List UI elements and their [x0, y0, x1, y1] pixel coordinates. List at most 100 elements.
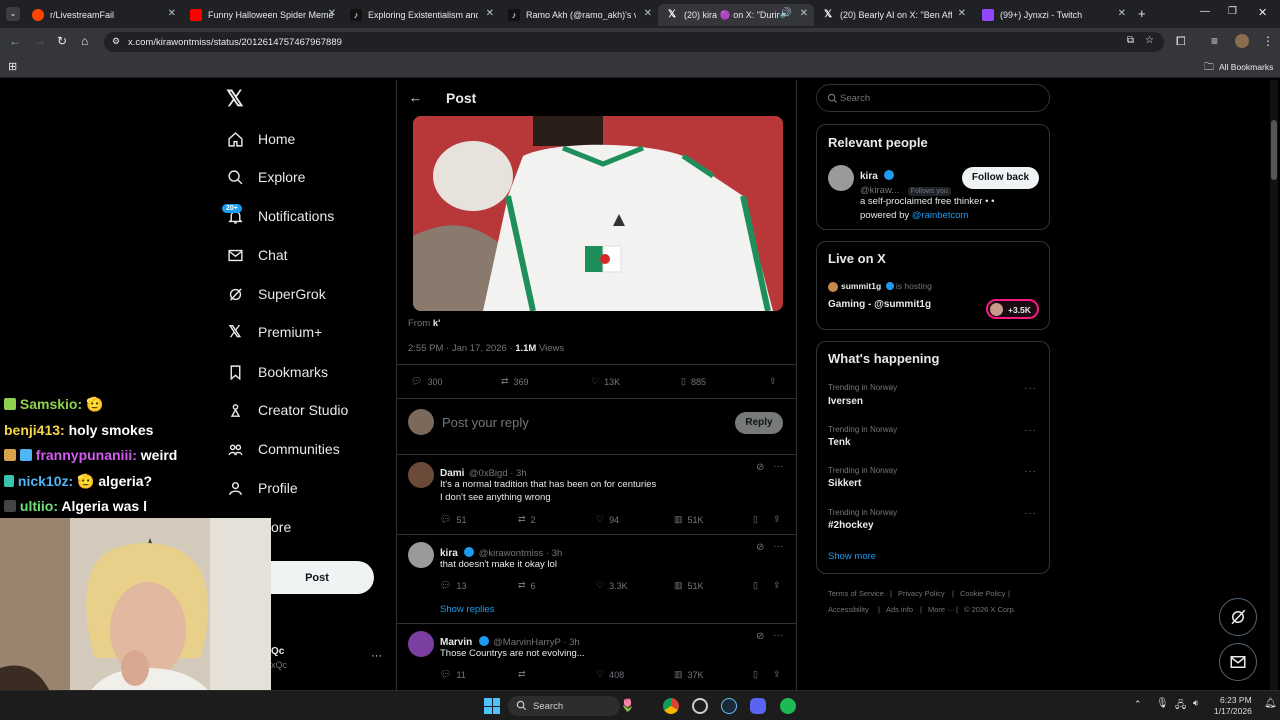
more-dots-icon[interactable]: ···	[1024, 383, 1037, 394]
like-count[interactable]: ♡ 408	[596, 669, 624, 680]
show-replies-link[interactable]: Show replies	[440, 604, 494, 615]
footer-link[interactable]: More ···	[928, 605, 955, 614]
bookmark-icon[interactable]: ▯	[753, 514, 758, 525]
more-dots-icon[interactable]: ···	[773, 541, 783, 552]
maximize-icon[interactable]: ❐	[1228, 6, 1237, 17]
close-tab-icon[interactable]: ✕	[1118, 8, 1126, 19]
obs-icon[interactable]	[692, 698, 708, 714]
footer-link[interactable]: Cookie Policy	[960, 589, 1005, 598]
messages-fab-button[interactable]	[1219, 643, 1257, 681]
clock-date[interactable]: 1/17/2026	[1214, 706, 1252, 716]
speaker-icon[interactable]: 🔊	[780, 8, 792, 19]
url-field[interactable]: ⚙ x.com/kirawontmiss/status/201261475746…	[104, 32, 1164, 52]
reply-input[interactable]: Post your reply	[442, 415, 529, 430]
view-count[interactable]: ▥ 51K	[674, 580, 704, 591]
grok-icon[interactable]: ⊘	[756, 462, 764, 473]
browser-tab[interactable]: (99+) Jynxzi - Twitch ✕	[974, 4, 1132, 26]
repost-count[interactable]: ⇄ 369	[501, 376, 529, 387]
windows-start-icon[interactable]	[484, 698, 500, 714]
nav-item-supergrok[interactable]: SuperGrok	[226, 282, 326, 306]
avatar[interactable]	[828, 165, 854, 191]
browser-tab[interactable]: r/LivestreamFail ✕	[24, 4, 182, 26]
browser-tab[interactable]: 𝕏 (20) Bearly AI on X: "Ben Affleck ✕	[814, 4, 972, 26]
grok-icon[interactable]: ⊘	[756, 631, 764, 642]
all-bookmarks-link[interactable]: All Bookmarks	[1219, 62, 1273, 72]
site-info-icon[interactable]: ⚙	[112, 36, 120, 47]
share-icon[interactable]: ⇪	[773, 669, 781, 680]
close-tab-icon[interactable]: ✕	[168, 8, 176, 19]
scrollbar[interactable]	[1270, 80, 1278, 690]
close-tab-icon[interactable]: ✕	[800, 8, 808, 19]
nav-item-notifications[interactable]: Notifications	[226, 204, 334, 228]
more-dots-icon[interactable]: ···	[773, 461, 783, 472]
close-window-icon[interactable]: ✕	[1258, 6, 1267, 19]
close-tab-icon[interactable]: ✕	[958, 8, 966, 19]
close-tab-icon[interactable]: ✕	[328, 8, 336, 19]
browser-tab-active[interactable]: 𝕏 (20) kira 🟣 on X: "During 🔊 ✕	[658, 4, 814, 26]
back-arrow-icon[interactable]: ←	[409, 90, 422, 105]
bookmark-count[interactable]: ▯ 885	[681, 376, 706, 387]
taskbar-search[interactable]: Search 🌷	[508, 696, 635, 716]
browser-tab[interactable]: ♪ Ramo Akh (@ramo_akh)'s vide ✕	[500, 4, 658, 26]
post-video[interactable]	[413, 116, 783, 311]
new-tab-button[interactable]: +	[1138, 6, 1146, 21]
bio-link[interactable]: @rainbetcom	[912, 210, 969, 221]
chrome-icon[interactable]	[663, 698, 679, 714]
volume-icon[interactable]: 🔉︎	[1193, 698, 1199, 709]
nav-item-more[interactable]: ore	[271, 515, 291, 539]
discord-icon[interactable]	[750, 698, 766, 714]
footer-link[interactable]: Privacy Policy	[898, 589, 945, 598]
repost-count[interactable]: ⇄ 2	[518, 514, 536, 525]
notification-bell-icon[interactable]: 🔔︎	[1264, 698, 1277, 709]
reply-count[interactable]: 💬︎ 13	[440, 580, 466, 591]
reply-button[interactable]: Reply	[735, 412, 783, 434]
tab-search-icon[interactable]: ⌄	[6, 7, 20, 21]
grok-fab-button[interactable]	[1219, 598, 1257, 636]
footer-link[interactable]: Terms of Service	[828, 589, 884, 598]
show-more-link[interactable]: Show more	[828, 551, 876, 562]
scrollbar-thumb[interactable]	[1271, 120, 1277, 180]
more-dots-icon[interactable]: ···	[1024, 466, 1037, 477]
like-count[interactable]: ♡ 13K	[591, 376, 620, 387]
reply-count[interactable]: 💬︎ 300	[411, 376, 442, 387]
account-name[interactable]: Qc	[271, 646, 284, 657]
menu-dots-icon[interactable]: ⋮	[1262, 34, 1274, 48]
view-count[interactable]: ▥ 51K	[674, 514, 704, 525]
media-icon[interactable]: ≡	[1211, 34, 1218, 48]
browser-tab[interactable]: Funny Halloween Spider Meme ✕	[182, 4, 342, 26]
clock-time[interactable]: 6:23 PM	[1220, 695, 1252, 705]
source-name[interactable]: k'	[433, 318, 441, 329]
close-tab-icon[interactable]: ✕	[644, 8, 652, 19]
minimize-icon[interactable]: —	[1200, 6, 1210, 17]
nav-item-bookmarks[interactable]: Bookmarks	[226, 360, 328, 384]
more-dots-icon[interactable]: ···	[1024, 508, 1037, 519]
more-dots-icon[interactable]: ···	[1024, 425, 1037, 436]
star-icon[interactable]: ☆	[1145, 35, 1154, 46]
nav-item-communities[interactable]: Communities	[226, 437, 340, 461]
account-menu-dots-icon[interactable]: ···	[371, 650, 382, 662]
footer-link[interactable]: Accessibility	[828, 605, 869, 614]
nav-item-home[interactable]: Home	[226, 127, 295, 151]
steam-icon[interactable]	[721, 698, 737, 714]
bookmark-icon[interactable]: ▯	[753, 669, 758, 680]
view-count[interactable]: ▥ 37K	[674, 669, 704, 680]
tray-chevron-icon[interactable]: ⌃	[1134, 699, 1142, 710]
live-show-title[interactable]: Gaming - @summit1g	[828, 299, 931, 310]
install-icon[interactable]: ⧉	[1127, 35, 1134, 46]
nav-item-profile[interactable]: Profile	[226, 476, 298, 500]
listener-badge[interactable]: +3.5K	[986, 299, 1039, 319]
footer-link[interactable]: Ads info	[886, 605, 913, 614]
share-icon[interactable]: ⇪	[769, 376, 777, 387]
grok-icon[interactable]: ⊘	[756, 542, 764, 553]
apps-grid-icon[interactable]: ⊞	[8, 60, 17, 73]
like-count[interactable]: ♡ 94	[596, 514, 619, 525]
home-icon[interactable]: ⌂	[81, 34, 88, 48]
nav-item-creator-studio[interactable]: Creator Studio	[226, 398, 348, 422]
close-tab-icon[interactable]: ✕	[486, 8, 494, 19]
repost-count[interactable]: ⇄ 6	[518, 580, 536, 591]
follow-back-button[interactable]: Follow back	[962, 167, 1039, 189]
extensions-icon[interactable]: ⧠	[1176, 34, 1186, 49]
back-arrow-icon[interactable]: ←	[9, 34, 21, 48]
repost-count[interactable]: ⇄	[518, 669, 531, 680]
browser-tab[interactable]: ♪ Exploring Existentialism and Ph ✕	[342, 4, 500, 26]
